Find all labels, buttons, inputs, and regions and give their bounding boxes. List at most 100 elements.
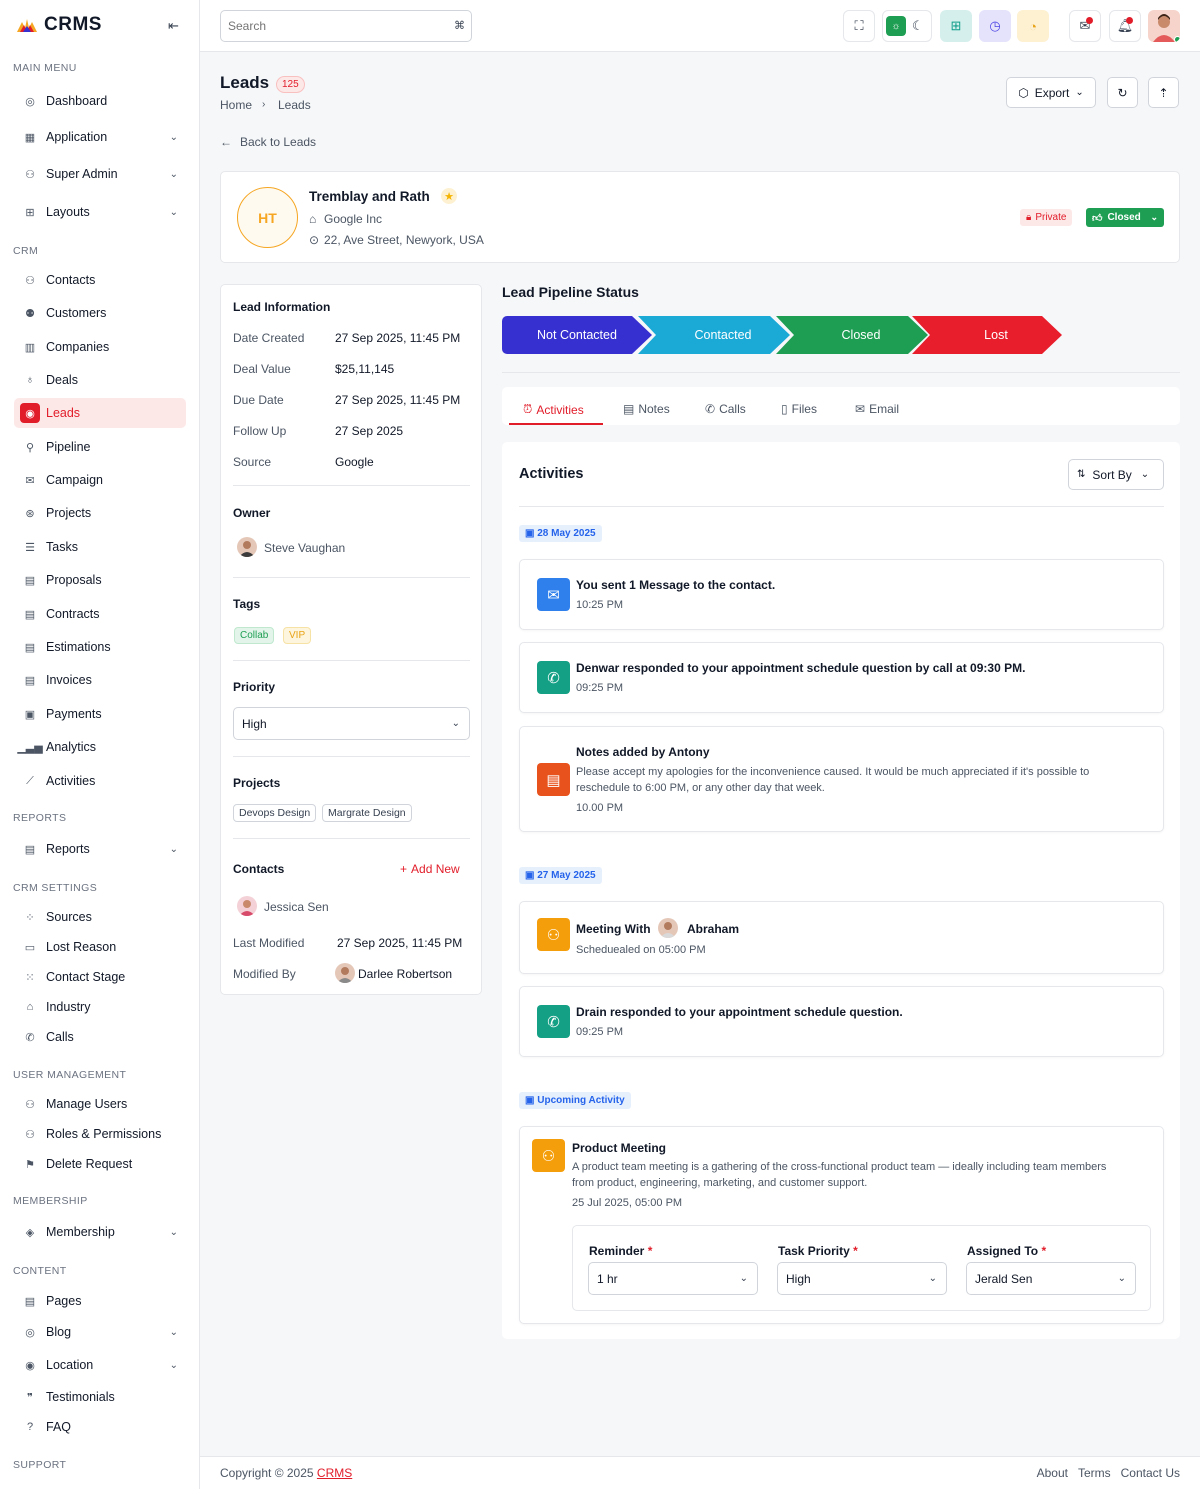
sidebar-item-super-admin[interactable]: ⚇ Super Admin ⌄ [14,159,186,189]
stage-not-contacted[interactable]: Not Contacted [502,316,652,354]
sidebar-item-lost-reason[interactable]: ▭ Lost Reason [14,932,186,962]
chevron-down-icon: ⌄ [1150,212,1158,222]
follow-up-label: Follow Up [233,424,287,438]
sidebar-item-projects[interactable]: ⊛ Projects [14,498,186,528]
tab-calls[interactable]: ✆ Calls [705,402,746,416]
last-modified-value: 27 Sep 2025, 11:45 PM [337,936,463,950]
sidebar-item-testimonials[interactable]: ❞ Testimonials [14,1382,186,1412]
theme-toggle[interactable]: ☼ ☾ [882,10,932,42]
notifications-button[interactable]: 🔔︎ [1109,10,1141,42]
sidebar-item-proposals[interactable]: ▤ Proposals [14,565,186,595]
sidebar-item-companies[interactable]: ▥ Companies [14,332,186,362]
sidebar-item-invoices[interactable]: ▤ Invoices [14,665,186,695]
brand-link[interactable]: CRMS [317,1466,352,1480]
breadcrumb-current: Leads [278,98,311,112]
activity-time: 25 Jul 2025, 05:00 PM [572,1197,683,1209]
fullscreen-button[interactable]: ⛶ [843,10,875,42]
divider [233,485,470,486]
sidebar-item-label: Proposals [46,573,102,587]
back-to-leads-link[interactable]: ← Back to Leads [220,135,316,149]
collapse-header-button[interactable]: ⇡ [1148,77,1179,108]
sidebar-item-manage-users[interactable]: ⚇ Manage Users [14,1089,186,1119]
user-avatar[interactable] [1148,10,1180,42]
moon-icon: ☾ [912,18,924,33]
messages-button[interactable]: ✉ [1069,10,1101,42]
add-contact-button[interactable]: + Add New [400,862,460,876]
timer-button[interactable]: ◷ [979,10,1011,42]
sidebar-item-leads[interactable]: ◉ Leads [14,398,186,428]
owner-name: Steve Vaughan [264,541,346,555]
chevron-down-icon: ⌄ [169,1359,178,1371]
search-input[interactable] [220,10,472,42]
star-icon[interactable]: ★ [441,188,457,204]
activity-form: Reminder * 1 hr ⌄ Task Priority * High ⌄ A… [572,1225,1151,1311]
sidebar-item-estimations[interactable]: ▤ Estimations [14,632,186,662]
footer-link-contact[interactable]: Contact Us [1121,1466,1180,1480]
tab-notes[interactable]: ▤ Notes [623,402,670,416]
membership-icon: ◈ [25,1226,35,1239]
date-created-value: 27 Sep 2025, 11:45 PM [335,331,461,345]
layout-icon: ⊞ [25,206,35,219]
sidebar-item-membership[interactable]: ◈ Membership ⌄ [14,1217,186,1247]
footer-link-terms[interactable]: Terms [1078,1466,1111,1480]
sidebar-item-deals[interactable]: ♁ Deals [14,365,186,395]
refresh-button[interactable]: ↻ [1107,77,1138,108]
sidebar-item-blog[interactable]: ◎ Blog ⌄ [14,1317,186,1347]
sidebar-item-faq[interactable]: ? FAQ [14,1412,186,1442]
assigned-to-select[interactable]: Jerald Sen ⌄ [966,1262,1136,1295]
sort-by-dropdown[interactable]: ⇅ Sort By ⌄ [1068,459,1164,490]
reminder-select[interactable]: 1 hr ⌄ [588,1262,758,1295]
sidebar-item-delete-request[interactable]: ⚑ Delete Request [14,1149,186,1179]
private-badge: 🔒︎ Private [1020,209,1073,226]
sidebar-item-analytics[interactable]: ▁▃▅ Analytics [14,732,186,762]
sidebar-item-payments[interactable]: ▣ Payments [14,699,186,729]
calendar-icon: ▣ [525,870,535,881]
sidebar-item-label: Projects [46,506,92,520]
maximize-icon: ⛶ [854,18,864,33]
sidebar-item-campaign[interactable]: ✉ Campaign [14,465,186,495]
file-icon: ▯ [781,402,788,416]
sidebar-item-layouts[interactable]: ⊞ Layouts ⌄ [14,197,186,227]
sidebar-item-calls[interactable]: ✆ Calls [14,1022,186,1052]
sidebar-item-activities[interactable]: ⟋ Activities [14,766,186,796]
sidebar-item-roles-permissions[interactable]: ⚇ Roles & Permissions [14,1119,186,1149]
footer-link-about[interactable]: About [1037,1466,1068,1480]
tab-email[interactable]: ✉ Email [855,402,899,416]
dashboard-icon: ◎ [25,95,35,108]
task-priority-select[interactable]: High ⌄ [777,1262,947,1295]
breadcrumb-home[interactable]: Home [220,98,252,112]
sidebar-item-contacts[interactable]: ⚇ Contacts [14,265,186,295]
leads-count-badge: 125 [276,76,305,93]
collapse-sidebar-icon[interactable]: ⇤ [168,18,179,34]
chart-pie-button[interactable]: ◔ [1017,10,1049,42]
stage-lost[interactable]: Lost [912,316,1062,354]
activity-time: 09:25 PM [576,1026,624,1038]
sidebar-item-contact-stage[interactable]: ⁙ Contact Stage [14,962,186,992]
sidebar-item-location[interactable]: ◉ Location ⌄ [14,1350,186,1380]
follow-up-value: 27 Sep 2025 [335,424,404,438]
sidebar-item-pages[interactable]: ▤ Pages [14,1286,186,1316]
stage-closed[interactable]: Closed [776,316,928,354]
sidebar-item-sources[interactable]: ⁘ Sources [14,902,186,932]
contact-name[interactable]: Jessica Sen [264,900,329,914]
contact-avatar [237,896,257,916]
sidebar-item-application[interactable]: ▦ Application ⌄ [14,122,186,152]
sidebar-item-reports[interactable]: ▤ Reports ⌄ [14,834,186,864]
tab-label: Calls [719,402,746,416]
tab-files[interactable]: ▯ Files [781,402,817,416]
export-button[interactable]: ⬡ Export ⌄ [1006,77,1096,108]
sidebar-item-industry[interactable]: ⌂ Industry [14,992,186,1022]
notes-icon: ▤ [623,402,635,416]
status-dropdown[interactable]: 👍︎ Closed ⌄ [1086,208,1164,227]
stage-contacted[interactable]: Contacted [638,316,790,354]
logo[interactable]: CRMS [16,14,102,36]
priority-select[interactable]: High ⌄ [233,707,470,740]
sidebar-item-customers[interactable]: ⚉ Customers [14,298,186,328]
sidebar-item-contracts[interactable]: ▤ Contracts [14,599,186,629]
sidebar-item-tasks[interactable]: ☰ Tasks [14,532,186,562]
sidebar-item-dashboard[interactable]: ◎ Dashboard [14,86,186,116]
apps-button[interactable]: ⊞ [940,10,972,42]
sidebar-item-pipeline[interactable]: ⚲ Pipeline [14,432,186,462]
tab-activities[interactable]: ⏰︎ Activities [523,402,584,417]
section-crm-settings: CRM SETTINGS [13,882,98,894]
